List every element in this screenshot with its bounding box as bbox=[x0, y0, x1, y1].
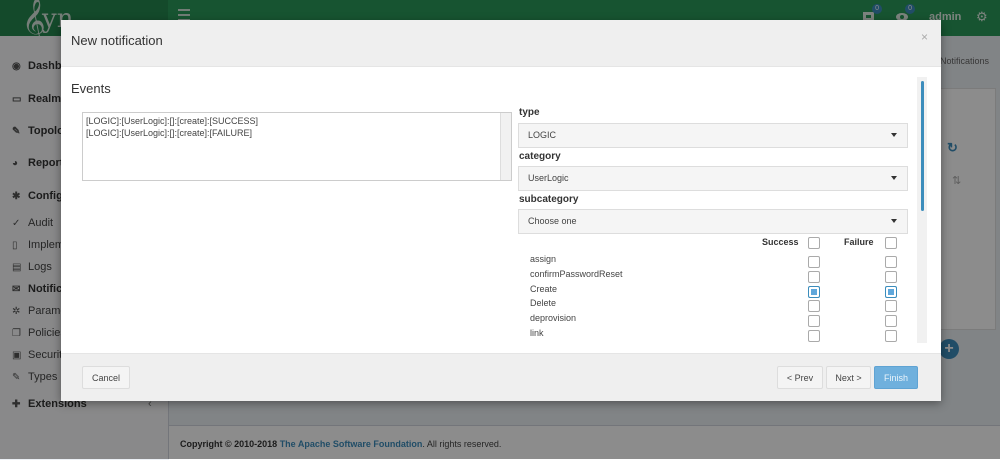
success-checkbox[interactable] bbox=[808, 286, 820, 298]
modal-footer: Cancel < Prev Next > Finish bbox=[61, 353, 941, 401]
prev-button[interactable]: < Prev bbox=[777, 366, 823, 389]
failure-checkbox[interactable] bbox=[885, 315, 897, 327]
success-all-checkbox[interactable] bbox=[808, 237, 820, 249]
operation-label: link bbox=[530, 328, 544, 338]
type-select[interactable]: LOGIC bbox=[518, 123, 908, 148]
failure-all-checkbox[interactable] bbox=[885, 237, 897, 249]
modal-body: Events [LOGIC]:[UserLogic]:[]:[create]:[… bbox=[61, 67, 941, 353]
subcategory-label: subcategory bbox=[519, 194, 579, 205]
operation-label: confirmPasswordReset bbox=[530, 269, 623, 279]
events-heading: Events bbox=[71, 81, 111, 96]
success-checkbox[interactable] bbox=[808, 300, 820, 312]
category-select[interactable]: UserLogic bbox=[518, 166, 908, 191]
event-item[interactable]: [LOGIC]:[UserLogic]:[]:[create]:[SUCCESS… bbox=[83, 115, 511, 127]
success-checkbox[interactable] bbox=[808, 256, 820, 268]
next-button[interactable]: Next > bbox=[826, 366, 871, 389]
new-notification-modal: New notification × Events [LOGIC]:[UserL… bbox=[61, 20, 941, 401]
operation-label: assign bbox=[530, 254, 557, 264]
operation-label: Delete bbox=[530, 298, 557, 308]
caret-down-icon bbox=[891, 219, 897, 223]
cancel-button[interactable]: Cancel bbox=[82, 366, 130, 389]
failure-checkbox[interactable] bbox=[885, 271, 897, 283]
failure-checkbox[interactable] bbox=[885, 300, 897, 312]
event-item[interactable]: [LOGIC]:[UserLogic]:[]:[create]:[FAILURE… bbox=[83, 127, 511, 139]
failure-checkbox[interactable] bbox=[885, 286, 897, 298]
success-checkbox[interactable] bbox=[808, 330, 820, 342]
category-select-value: UserLogic bbox=[528, 173, 569, 183]
subcategory-select-value: Choose one bbox=[528, 216, 577, 226]
events-scrollbar[interactable] bbox=[500, 113, 511, 180]
failure-column-header: Failure bbox=[844, 237, 874, 247]
caret-down-icon bbox=[891, 176, 897, 180]
failure-checkbox[interactable] bbox=[885, 330, 897, 342]
subcategory-select[interactable]: Choose one bbox=[518, 209, 908, 234]
failure-checkbox[interactable] bbox=[885, 256, 897, 268]
operation-label: Create bbox=[530, 284, 558, 294]
finish-button[interactable]: Finish bbox=[874, 366, 918, 389]
modal-title: New notification bbox=[71, 33, 163, 48]
events-list[interactable]: [LOGIC]:[UserLogic]:[]:[create]:[SUCCESS… bbox=[82, 112, 512, 181]
type-label: type bbox=[519, 107, 540, 118]
caret-down-icon bbox=[891, 133, 897, 137]
type-select-value: LOGIC bbox=[528, 130, 557, 140]
category-label: category bbox=[519, 151, 561, 162]
operation-label: deprovision bbox=[530, 313, 577, 323]
success-checkbox[interactable] bbox=[808, 315, 820, 327]
modal-header: New notification × bbox=[61, 20, 941, 67]
success-column-header: Success bbox=[762, 237, 799, 247]
modal-scrollbar-thumb[interactable] bbox=[921, 81, 924, 211]
close-icon[interactable]: × bbox=[921, 30, 928, 44]
success-checkbox[interactable] bbox=[808, 271, 820, 283]
